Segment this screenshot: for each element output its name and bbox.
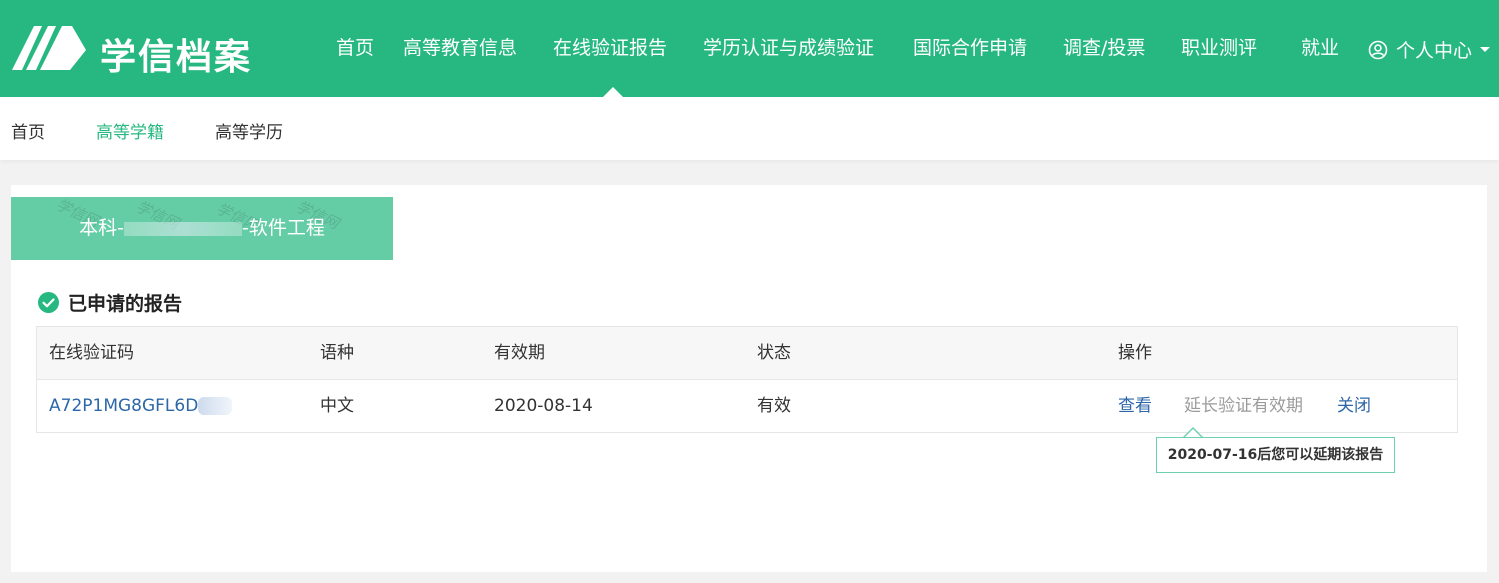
- valid-until-cell: 2020-08-14: [494, 396, 593, 416]
- extend-validity-link[interactable]: 延长验证有效期: [1184, 380, 1303, 432]
- sub-nav: 首页 高等学籍 高等学历: [0, 97, 1499, 160]
- nav-item-employment[interactable]: 就业: [1301, 36, 1339, 60]
- table-header: 在线验证码 语种 有效期 状态 操作: [37, 327, 1457, 380]
- column-header-status: 状态: [757, 343, 791, 363]
- nav-item-career-assessment[interactable]: 职业测评: [1181, 36, 1257, 60]
- nav-item-higher-edu-info[interactable]: 高等教育信息: [403, 36, 517, 60]
- degree-tab-suffix: -软件工程: [242, 217, 325, 239]
- user-icon: [1368, 40, 1388, 59]
- nav-item-online-verification-report[interactable]: 在线验证报告: [553, 36, 667, 60]
- active-nav-indicator: [603, 87, 623, 97]
- book-logo-icon: [12, 26, 86, 70]
- nav-item-degree-certification[interactable]: 学历认证与成绩验证: [703, 36, 874, 60]
- subnav-item-higher-enrollment[interactable]: 高等学籍: [96, 118, 164, 143]
- top-header: 学信档案 首页 高等教育信息 在线验证报告 学历认证与成绩验证 国际合作申请 调…: [0, 0, 1499, 97]
- logo[interactable]: 学信档案: [12, 24, 250, 78]
- section-title: 已申请的报告: [38, 289, 182, 316]
- subnav-item-higher-degree[interactable]: 高等学历: [215, 118, 283, 143]
- column-header-code: 在线验证码: [49, 343, 134, 363]
- nav-item-international-cooperation[interactable]: 国际合作申请: [913, 36, 1027, 60]
- chevron-down-icon: [1480, 47, 1491, 52]
- verification-code-link[interactable]: A72P1MG8GFL6D: [49, 396, 198, 416]
- nav-item-survey-vote[interactable]: 调查/投票: [1063, 36, 1145, 60]
- reports-table: 在线验证码 语种 有效期 状态 操作 A72P1MG8GFL6D 中文 2020…: [36, 326, 1458, 433]
- table-row: A72P1MG8GFL6D 中文 2020-08-14 有效 查看 延长验证有效…: [37, 380, 1457, 432]
- user-center-menu[interactable]: 个人中心: [1368, 36, 1491, 63]
- degree-tab[interactable]: 学信网 学信网 学信网 学信网 本科- -软件工程: [11, 197, 393, 260]
- view-report-link[interactable]: 查看: [1118, 380, 1152, 432]
- nav-item-home[interactable]: 首页: [336, 36, 374, 60]
- redacted-code-suffix: [198, 397, 233, 415]
- status-cell: 有效: [757, 396, 791, 416]
- user-center-label: 个人中心: [1396, 40, 1473, 62]
- extend-tooltip: 2020-07-16后您可以延期该报告: [1156, 437, 1395, 473]
- degree-tab-prefix: 本科-: [79, 217, 124, 239]
- logo-text: 学信档案: [100, 37, 253, 78]
- main-card: 学信网 学信网 学信网 学信网 本科- -软件工程 已申请的报告 在线验证码 语种…: [11, 185, 1487, 572]
- column-header-actions: 操作: [1118, 343, 1152, 363]
- column-header-valid-until: 有效期: [494, 343, 545, 363]
- subnav-item-home[interactable]: 首页: [11, 118, 45, 143]
- verification-code-cell: A72P1MG8GFL6D: [49, 380, 233, 432]
- language-cell: 中文: [320, 396, 354, 416]
- close-report-link[interactable]: 关闭: [1337, 380, 1371, 432]
- section-title-text: 已申请的报告: [68, 293, 183, 315]
- redacted-school-name: [124, 221, 242, 236]
- column-header-language: 语种: [320, 343, 354, 363]
- check-circle-icon: [38, 292, 59, 313]
